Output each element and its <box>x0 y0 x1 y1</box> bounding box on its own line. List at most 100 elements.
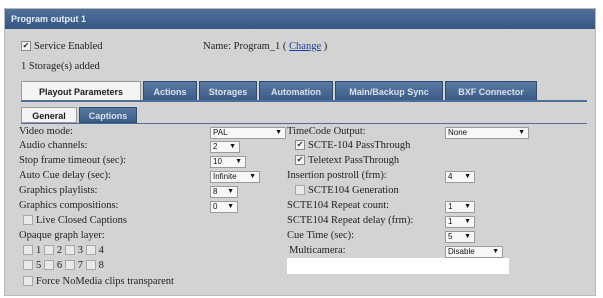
graphics-playlists-label: Graphics playlists: <box>19 185 98 196</box>
tab-playout-parameters[interactable]: Playout Parameters <box>21 81 141 101</box>
layer-checkboxes-row-2: 5 6 7 8 <box>23 259 104 271</box>
tab-captions[interactable]: Captions <box>79 107 137 123</box>
paren-open: ( <box>282 41 287 52</box>
chevron-down-icon: ▼ <box>229 143 236 150</box>
check-icon: ✔ <box>295 139 305 150</box>
scte104-repeat-count-value: 1 <box>448 202 453 211</box>
teletext-passthrough-label: Teletext PassThrough <box>308 155 400 166</box>
layer-label: 1 <box>36 245 42 256</box>
force-nomedia-checkbox[interactable]: Force NoMedia clips transparent <box>23 275 174 287</box>
multicamera-label: Multicamera: <box>289 245 346 256</box>
graphics-compositions-value: 0 <box>213 202 218 211</box>
cue-time-label: Cue Time (sec): <box>287 230 355 241</box>
service-enabled-label: Service Enabled <box>34 41 103 52</box>
multicamera-select[interactable]: Disable ▼ <box>445 246 503 258</box>
layer-label: 7 <box>77 260 83 271</box>
audio-channels-select[interactable]: 2 ▼ <box>210 141 240 153</box>
stop-frame-timeout-select[interactable]: 10 ▼ <box>210 156 246 168</box>
chevron-down-icon: ▼ <box>518 129 525 136</box>
scte104-repeat-count-label: SCTE104 Repeat count: <box>287 200 390 211</box>
video-mode-label: Video mode: <box>19 126 73 137</box>
scte104-generation-checkbox[interactable]: SCTE104 Generation <box>295 184 399 196</box>
checkbox-icon[interactable] <box>43 244 54 255</box>
timecode-output-label: TimeCode Output: <box>287 126 366 137</box>
checkbox-icon[interactable] <box>64 259 75 270</box>
teletext-passthrough-checkbox[interactable]: ✔ Teletext PassThrough <box>295 154 400 166</box>
scte104-passthrough-label: SCTE-104 PassThrough <box>308 140 411 151</box>
chevron-down-icon: ▼ <box>249 173 256 180</box>
auto-cue-delay-value: Infinite <box>213 172 237 181</box>
program-output-panel: Program output 1 ✔ Service Enabled Name: … <box>4 8 596 296</box>
panel-title: Program output 1 <box>5 9 595 29</box>
force-nomedia-label: Force NoMedia clips transparent <box>36 276 174 287</box>
insertion-postroll-select[interactable]: 4 ▼ <box>445 171 475 183</box>
scte104-generation-label: SCTE104 Generation <box>308 185 399 196</box>
layer-label: 3 <box>77 245 83 256</box>
live-closed-captions-label: Live Closed Captions <box>36 215 127 226</box>
check-icon: ✔ <box>295 154 305 165</box>
scte104-repeat-delay-select[interactable]: 1 ▼ <box>445 216 475 228</box>
subtab-divider <box>21 123 587 124</box>
layer-label: 5 <box>36 260 42 271</box>
tab-general[interactable]: General <box>21 107 77 123</box>
check-icon: ✔ <box>21 40 31 51</box>
tab-automation[interactable]: Automation <box>259 81 333 101</box>
tab-actions[interactable]: Actions <box>143 81 197 101</box>
stop-frame-timeout-label: Stop frame timeout (sec): <box>19 155 127 166</box>
name-value: Program_1 <box>233 41 281 52</box>
checkbox-icon[interactable] <box>85 259 96 270</box>
video-mode-select[interactable]: PAL ▼ <box>210 127 286 139</box>
stop-frame-timeout-value: 10 <box>213 157 222 166</box>
tab-bxf-connector[interactable]: BXF Connector <box>445 81 537 101</box>
opaque-graph-layer-label: Opaque graph layer: <box>19 230 105 241</box>
scte104-repeat-delay-label: SCTE104 Repeat delay (frm): <box>287 215 414 226</box>
chevron-down-icon: ▼ <box>464 218 471 225</box>
paren-close: ) <box>323 41 328 52</box>
audio-channels-value: 2 <box>213 142 218 151</box>
name-row: Name: Program_1 ( Change ) <box>203 41 327 52</box>
insertion-postroll-label: Insertion postroll (frm): <box>287 170 387 181</box>
graphics-playlists-value: 8 <box>213 187 218 196</box>
audio-channels-label: Audio channels: <box>19 140 88 151</box>
change-link[interactable]: Change <box>289 41 321 52</box>
scte104-passthrough-checkbox[interactable]: ✔ SCTE-104 PassThrough <box>295 139 411 151</box>
chevron-down-icon: ▼ <box>464 233 471 240</box>
timecode-output-select[interactable]: None ▼ <box>445 127 529 139</box>
auto-cue-delay-label: Auto Cue delay (sec): <box>19 170 111 181</box>
multicamera-row-highlight <box>287 258 509 274</box>
timecode-output-value: None <box>448 128 468 137</box>
live-closed-captions-checkbox[interactable]: Live Closed Captions <box>23 214 127 226</box>
storage-count: 1 Storage(s) added <box>21 61 100 72</box>
chevron-down-icon: ▼ <box>227 203 234 210</box>
tab-main-backup-sync[interactable]: Main/Backup Sync <box>335 81 443 101</box>
video-mode-value: PAL <box>213 128 228 137</box>
checkbox-icon[interactable] <box>23 244 33 255</box>
scte104-repeat-count-select[interactable]: 1 ▼ <box>445 201 475 213</box>
checkbox-icon[interactable] <box>64 244 75 255</box>
multicamera-value: Disable <box>448 247 475 256</box>
service-enabled-checkbox[interactable]: ✔ Service Enabled <box>21 40 103 52</box>
tabbar-divider <box>21 100 587 102</box>
checkbox-icon <box>295 184 305 195</box>
cue-time-select[interactable]: 5 ▼ <box>445 231 475 243</box>
checkbox-icon[interactable] <box>85 244 96 255</box>
graphics-compositions-label: Graphics compositions: <box>19 200 119 211</box>
layer-label: 2 <box>56 245 63 256</box>
layer-label: 8 <box>98 260 104 271</box>
checkbox-icon <box>23 275 33 286</box>
checkbox-icon[interactable] <box>23 259 33 270</box>
layer-checkboxes-row-1: 1 2 3 4 <box>23 244 104 256</box>
chevron-down-icon: ▼ <box>227 188 234 195</box>
insertion-postroll-value: 4 <box>448 172 453 181</box>
tab-storages[interactable]: Storages <box>199 81 257 101</box>
graphics-compositions-select[interactable]: 0 ▼ <box>210 201 238 213</box>
graphics-playlists-select[interactable]: 8 ▼ <box>210 186 238 198</box>
cue-time-value: 5 <box>448 232 453 241</box>
chevron-down-icon: ▼ <box>492 248 499 255</box>
checkbox-icon <box>23 214 33 225</box>
checkbox-icon[interactable] <box>43 259 54 270</box>
scte104-repeat-delay-value: 1 <box>448 217 453 226</box>
chevron-down-icon: ▼ <box>464 203 471 210</box>
layer-label: 4 <box>98 245 104 256</box>
auto-cue-delay-select[interactable]: Infinite ▼ <box>210 171 260 183</box>
